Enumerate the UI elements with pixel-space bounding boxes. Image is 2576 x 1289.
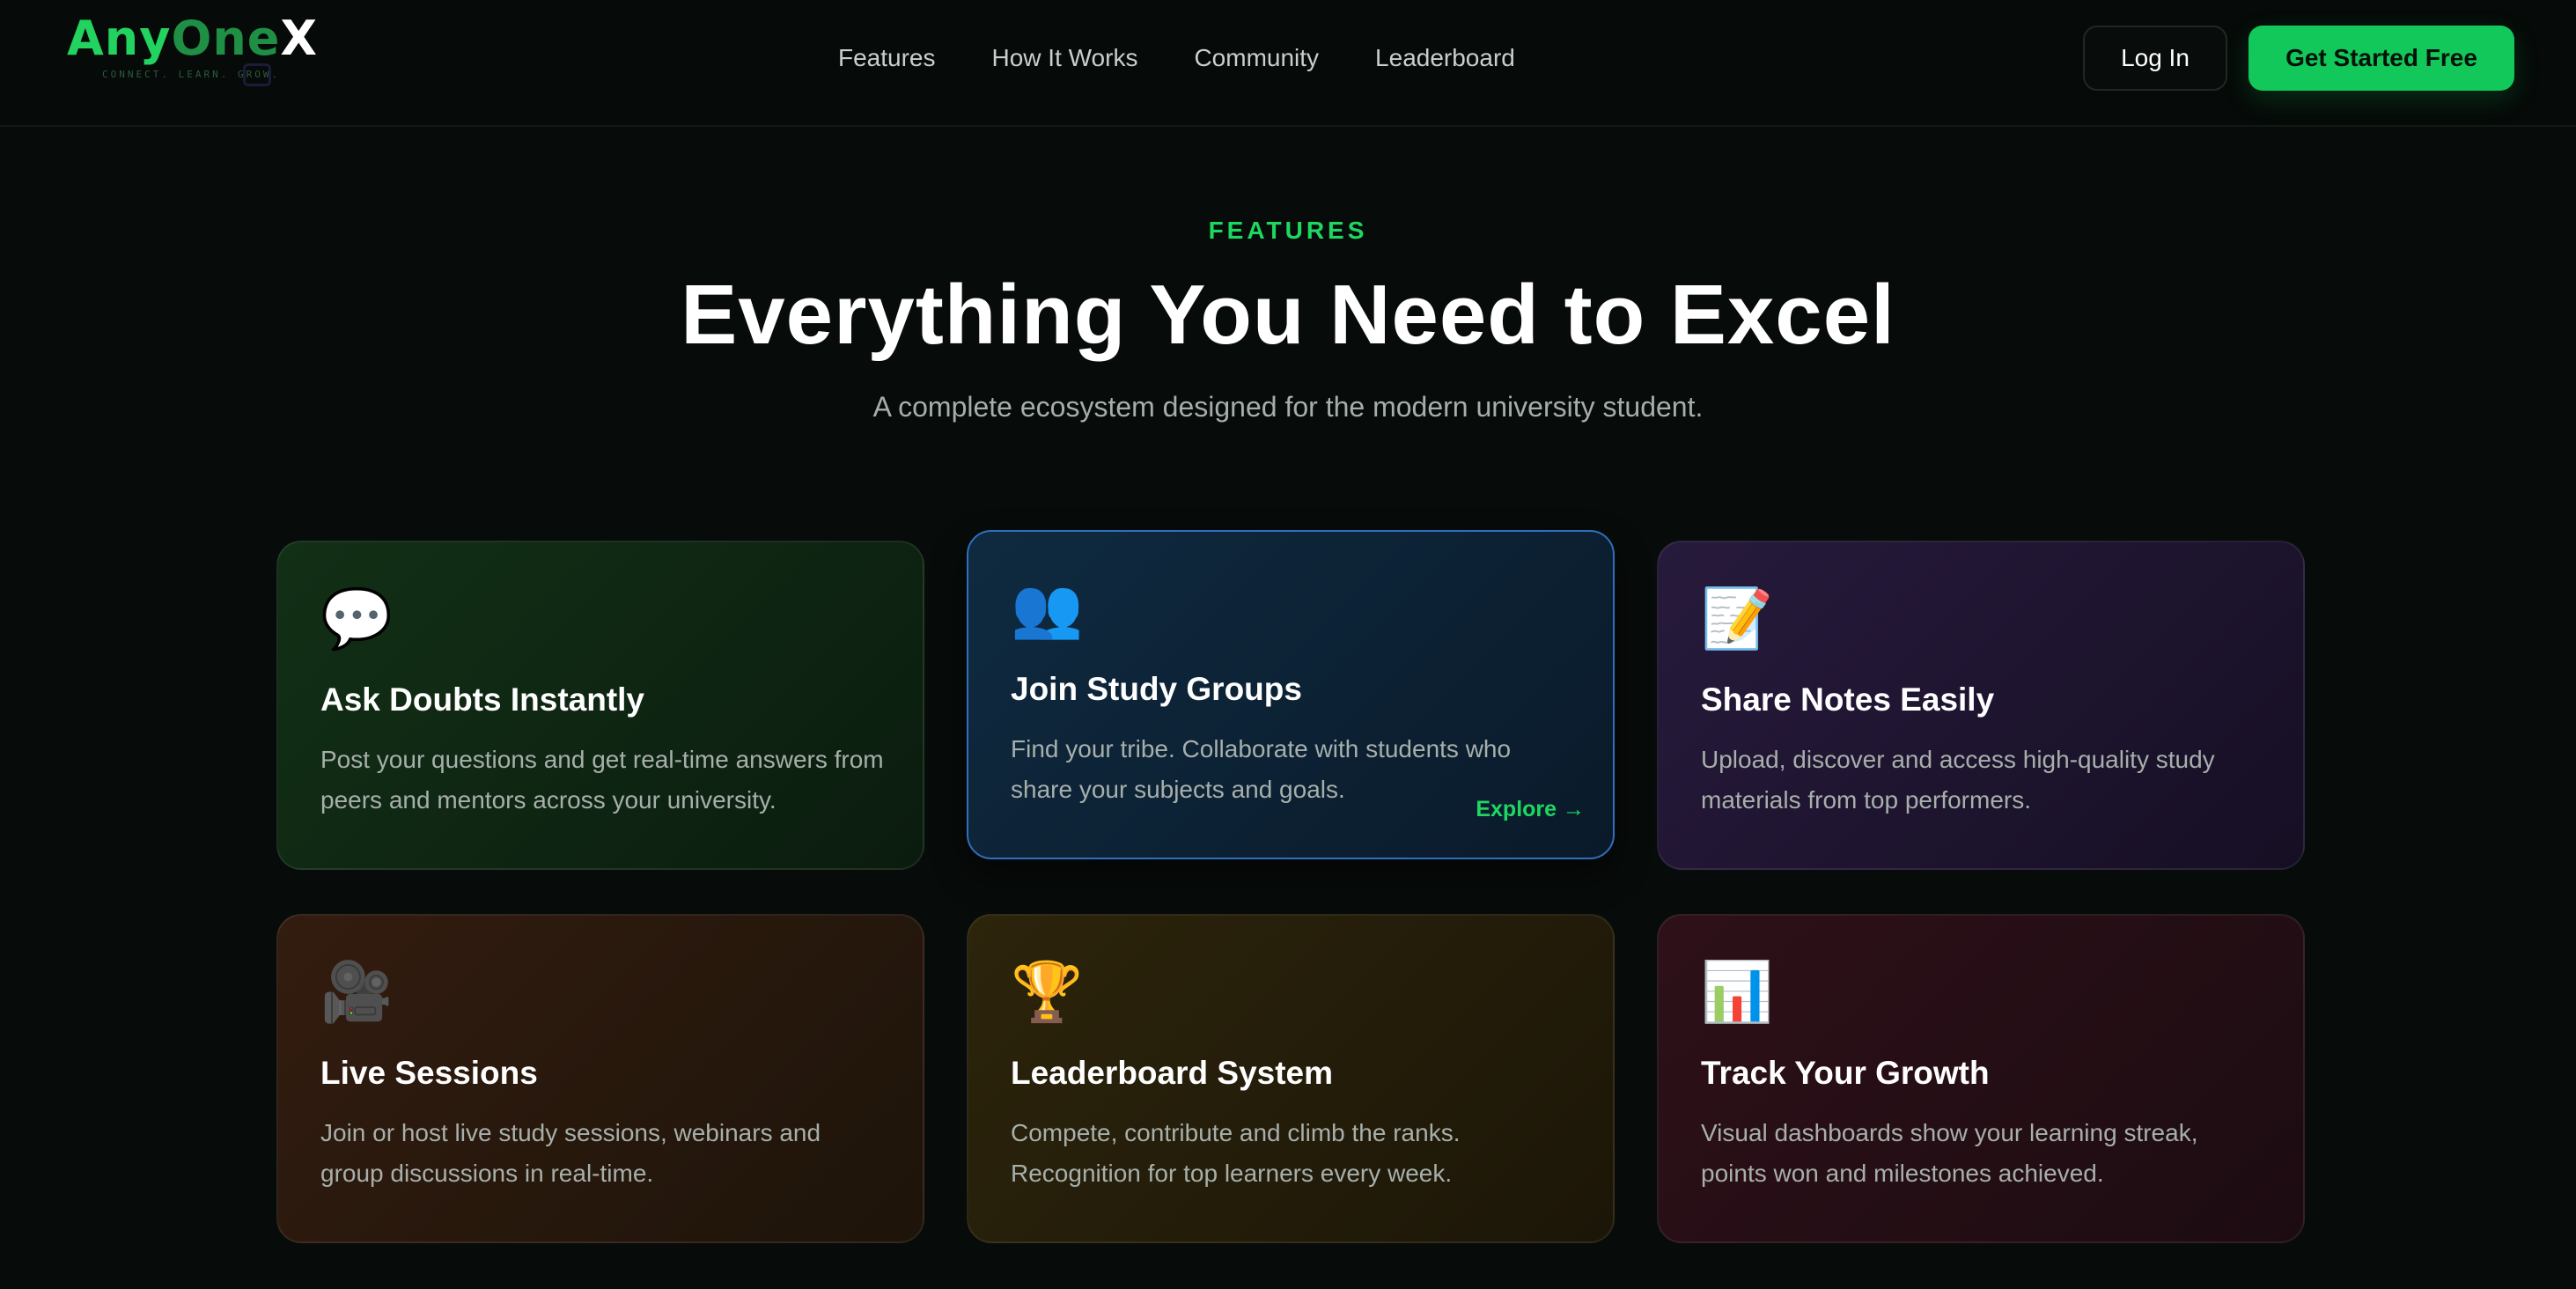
explore-link[interactable]: Explore → xyxy=(1476,797,1585,822)
memo-icon: 📝 xyxy=(1701,586,1774,651)
feature-title: Join Study Groups xyxy=(1011,671,1302,707)
section-subtitle: A complete ecosystem designed for the mo… xyxy=(872,391,1704,423)
feature-title: Share Notes Easily xyxy=(1701,681,1995,718)
nav-link-community[interactable]: Community xyxy=(1194,39,1319,77)
brand-logo[interactable]: AnyOneX CONNECT. LEARN. GROW. xyxy=(67,11,319,92)
feature-card-study-groups[interactable]: 👥 Join Study Groups Find your tribe. Col… xyxy=(967,530,1615,859)
speech-bubble-icon: 💬 xyxy=(320,586,394,651)
nav-link-how-it-works[interactable]: How It Works xyxy=(992,39,1138,77)
feature-card-leaderboard[interactable]: 🏆 Leaderboard System Compete, contribute… xyxy=(967,914,1615,1243)
feature-description: Join or host live study sessions, webina… xyxy=(320,1119,821,1187)
nav-link-leaderboard[interactable]: Leaderboard xyxy=(1375,39,1515,77)
feature-description: Visual dashboards show your learning str… xyxy=(1701,1119,2198,1187)
get-started-button[interactable]: Get Started Free xyxy=(2248,26,2514,91)
feature-title: Ask Doubts Instantly xyxy=(320,681,644,718)
feature-title: Leaderboard System xyxy=(1011,1055,1334,1091)
brand-mark-icon xyxy=(243,63,271,86)
feature-card-share-notes[interactable]: 📝 Share Notes Easily Upload, discover an… xyxy=(1657,541,2305,870)
nav-link-features[interactable]: Features xyxy=(838,39,936,77)
top-navigation: AnyOneX CONNECT. LEARN. GROW. Features H… xyxy=(0,0,2576,127)
brand-name: AnyOneX xyxy=(67,11,319,66)
feature-description: Compete, contribute and climb the ranks.… xyxy=(1011,1119,1461,1187)
bar-chart-icon: 📊 xyxy=(1701,959,1774,1024)
feature-description: Upload, discover and access high-quality… xyxy=(1701,746,2215,814)
section-eyebrow: FEATURES xyxy=(1208,217,1368,244)
feature-card-live-sessions[interactable]: 🎥 Live Sessions Join or host live study … xyxy=(276,914,924,1243)
feature-card-ask-doubts[interactable]: 💬 Ask Doubts Instantly Post your questio… xyxy=(276,541,924,870)
video-camera-icon: 🎥 xyxy=(320,959,394,1024)
feature-title: Live Sessions xyxy=(320,1055,538,1091)
feature-card-track-growth[interactable]: 📊 Track Your Growth Visual dashboards sh… xyxy=(1657,914,2305,1243)
people-icon: 👥 xyxy=(1011,575,1084,640)
feature-title: Track Your Growth xyxy=(1701,1055,1990,1091)
login-button[interactable]: Log In xyxy=(2083,26,2227,91)
nav-links: Features How It Works Community Leaderbo… xyxy=(838,39,1515,77)
feature-description: Post your questions and get real-time an… xyxy=(320,746,884,814)
section-title: Everything You Need to Excel xyxy=(681,268,1895,362)
trophy-icon: 🏆 xyxy=(1011,959,1084,1024)
